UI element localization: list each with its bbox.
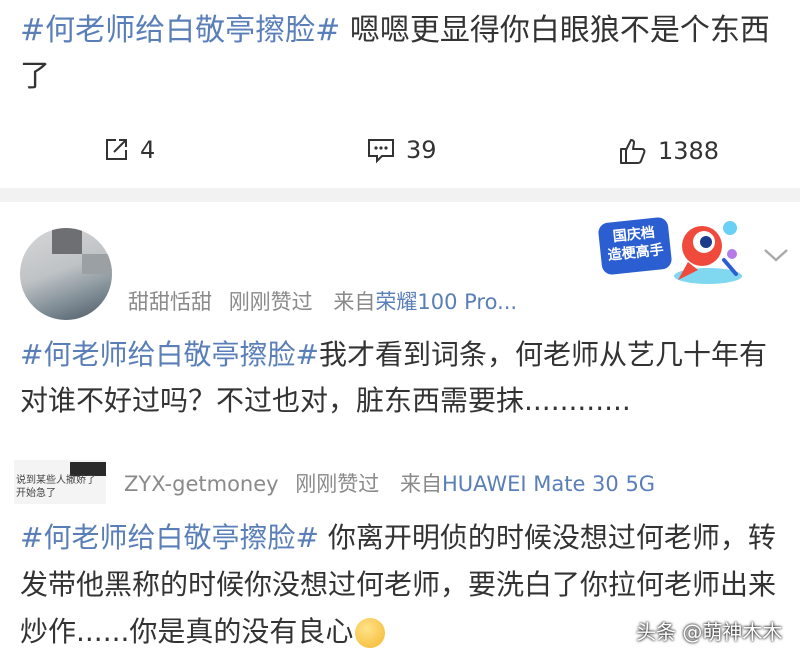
- device-link[interactable]: 荣耀100 Pro...: [375, 290, 517, 314]
- action-bar: 4 39 1388: [0, 128, 800, 178]
- mascot-icon: [674, 221, 742, 284]
- liked-time: 刚刚赞过: [228, 290, 313, 314]
- avatar[interactable]: 说到某些人撒娇了 开始急了: [14, 460, 106, 504]
- from-label: 来自: [333, 290, 376, 314]
- comment-card: 甜甜恬甜 刚刚赞过 来自荣耀100 Pro... 国庆档 造梗高手 #何老师给白…: [0, 202, 800, 438]
- username[interactable]: ZYX-getmoney: [124, 472, 279, 496]
- comment-topic-link[interactable]: #何老师给白敬亭擦脸#: [20, 521, 319, 554]
- repost-count: 4: [140, 136, 156, 164]
- comment-text: #何老师给白敬亭擦脸#我才看到词条，何老师从艺几十年有对谁不好过吗？不过也对，脏…: [20, 332, 790, 424]
- repost-icon: [106, 139, 127, 160]
- comment-topic-link[interactable]: #何老师给白敬亭擦脸#: [20, 338, 319, 371]
- post-text: #何老师给白敬亭擦脸# 嗯嗯更显得你白眼狼不是个东西了: [20, 8, 790, 100]
- post-topic-link[interactable]: #何老师给白敬亭擦脸#: [20, 13, 340, 48]
- repost-button[interactable]: 4: [102, 136, 155, 164]
- smile-emoji-icon: [355, 618, 386, 648]
- device-link[interactable]: HUAWEI Mate 30 5G: [442, 472, 655, 496]
- badge-label: 国庆档 造梗高手: [597, 216, 673, 276]
- avatar-caption: 说到某些人撒娇了 开始急了: [16, 475, 96, 499]
- chevron-down-icon[interactable]: [762, 246, 790, 264]
- watermark: 头条 @萌神木木: [636, 620, 783, 644]
- comment-count: 39: [406, 136, 437, 164]
- like-button[interactable]: 1388: [618, 136, 719, 166]
- badge-sticker: 国庆档 造梗高手: [597, 210, 758, 290]
- liked-time: 刚刚赞过: [295, 472, 380, 496]
- comment-icon: [368, 139, 394, 164]
- like-count: 1388: [658, 137, 720, 165]
- comment-meta: 甜甜恬甜 刚刚赞过 来自荣耀100 Pro...: [128, 286, 517, 316]
- from-label: 来自: [399, 472, 442, 496]
- comment-button[interactable]: 39: [366, 136, 437, 164]
- comment-meta: ZYX-getmoney 刚刚赞过 来自HUAWEI Mate 30 5G: [124, 468, 655, 498]
- avatar[interactable]: [20, 228, 112, 320]
- section-divider: [0, 188, 800, 202]
- thumbs-up-icon: [620, 139, 646, 164]
- username[interactable]: 甜甜恬甜: [128, 290, 212, 314]
